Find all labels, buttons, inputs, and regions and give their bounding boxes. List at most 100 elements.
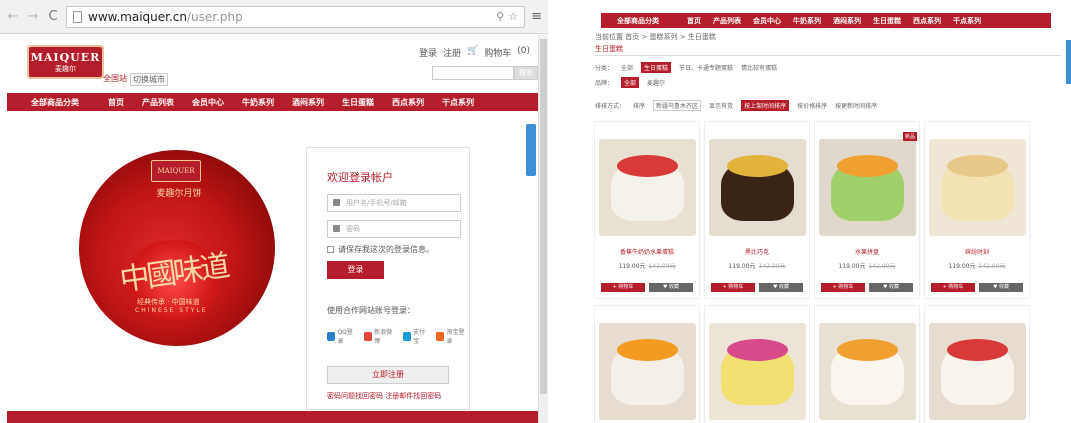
product-price: 119.00元 142.00元 (728, 263, 786, 270)
remember-checkbox[interactable] (327, 246, 334, 253)
nav-item-pastry[interactable]: 西点系列 (383, 97, 433, 108)
filter-label: 分类： (595, 65, 614, 72)
search-input[interactable] (432, 66, 514, 80)
favorite-button[interactable]: ♥ 收藏 (869, 283, 913, 292)
product-card[interactable] (704, 305, 810, 423)
hamburger-menu-icon[interactable]: ≡ (531, 9, 542, 24)
product-image[interactable] (819, 139, 916, 236)
nav-item-dry[interactable]: 干点系列 (433, 97, 483, 108)
add-to-cart-button[interactable]: + 购物车 (711, 283, 755, 292)
right-nav-item[interactable]: 牛奶系列 (787, 16, 827, 26)
address-bar[interactable]: www.maiquer.cn/user.php ⚲ ☆ (66, 5, 526, 28)
favorite-button[interactable]: ♥ 收藏 (649, 283, 693, 292)
product-image[interactable] (709, 139, 806, 236)
sort-label: 排排方式： (595, 102, 626, 110)
site-logo[interactable]: MAIQUER 麦趣尔 (27, 45, 104, 79)
user-icon (333, 199, 340, 206)
reload-icon[interactable]: C (46, 9, 60, 24)
taobao-login[interactable]: 淘宝登录 (435, 327, 469, 345)
favorite-button[interactable]: ♥ 收藏 (759, 283, 803, 292)
password-field[interactable]: 密码 (327, 220, 461, 238)
right-nav-item[interactable]: 首页 (681, 16, 707, 26)
product-image[interactable] (929, 323, 1026, 420)
filter-option[interactable]: 全部 (621, 63, 633, 72)
add-to-cart-button[interactable]: + 购物车 (821, 283, 865, 292)
nav-item-home[interactable]: 首页 (99, 97, 133, 108)
product-name[interactable]: 缤纷时刻 (925, 247, 1029, 256)
qq-login[interactable]: QQ登录 (327, 327, 358, 345)
product-image[interactable] (709, 323, 806, 420)
add-to-cart-button[interactable]: + 购物车 (931, 283, 975, 292)
product-image[interactable] (819, 323, 916, 420)
partner-login-label: 使用合作网站账号登录： (327, 306, 415, 315)
forward-arrow-icon[interactable]: → (26, 9, 40, 24)
right-nav-item[interactable]: 生日蛋糕 (867, 16, 907, 26)
switch-city-button[interactable]: 切换城市 (130, 73, 168, 86)
login-panel: 欢迎登录帐户 用户名/手机号/邮箱 密码 请保存我这次的登录信息。 登录 使用合… (306, 147, 470, 410)
register-link[interactable]: 注册 (443, 46, 461, 59)
scrollbar-thumb[interactable] (540, 39, 547, 394)
brand-option[interactable]: 麦趣尔 (647, 78, 665, 87)
banner-logo: MAIQUER (151, 160, 201, 182)
product-card[interactable] (924, 305, 1030, 423)
sort-by-price-button[interactable]: 按价格排序 (797, 101, 827, 110)
star-icon[interactable]: ☆ (508, 10, 518, 23)
nav-item-birthday[interactable]: 生日蛋糕 (333, 97, 383, 108)
product-card[interactable]: 香蕉牛奶奶水果蛋糕 119.00元 142.00元 + 购物车 ♥ 收藏 (594, 121, 700, 299)
product-card[interactable]: 新品 水果拼盘 119.00元 142.00元 + 购物车 ♥ 收藏 (814, 121, 920, 299)
right-all-categories[interactable]: 全部商品分类 (601, 16, 681, 26)
scrollbar[interactable] (538, 35, 548, 423)
online-service-tab[interactable] (526, 124, 536, 176)
nav-item-products[interactable]: 产品列表 (133, 97, 183, 108)
product-actions: + 购物车 ♥ 收藏 (821, 283, 913, 292)
sort-by-update-button[interactable]: 按更新时间排序 (835, 101, 877, 110)
all-categories[interactable]: 全部商品分类 (7, 97, 99, 108)
alipay-login[interactable]: 支付宝 (402, 327, 430, 345)
right-nav-item[interactable]: 会员中心 (747, 16, 787, 26)
product-name[interactable]: 香蕉牛奶奶水果蛋糕 (595, 247, 699, 256)
product-name[interactable]: 黑比巧克 (705, 247, 809, 256)
filter-option[interactable]: 节日、卡通专题蛋糕 (679, 63, 733, 72)
favorite-button[interactable]: ♥ 收藏 (979, 283, 1023, 292)
cart-icon[interactable]: 🛒 (467, 46, 478, 59)
right-nav-item[interactable]: 酒闷系列 (827, 16, 867, 26)
back-arrow-icon[interactable]: ← (6, 9, 20, 24)
nav-item-wine[interactable]: 酒闷系列 (283, 97, 333, 108)
product-card[interactable] (814, 305, 920, 423)
weibo-login[interactable]: 新浪微博 (363, 327, 397, 345)
login-button[interactable]: 登录 (327, 261, 384, 279)
nav-item-milk[interactable]: 牛奶系列 (233, 97, 283, 108)
forgot-password-links[interactable]: 密码问题找回密码 注册邮件找回密码 (327, 391, 441, 401)
right-nav-item[interactable]: 干点系列 (947, 16, 987, 26)
filter-option-selected[interactable]: 生日蛋糕 (641, 62, 672, 73)
zoom-icon[interactable]: ⚲ (496, 10, 504, 23)
username-field[interactable]: 用户名/手机号/邮箱 (327, 194, 461, 212)
filter-option[interactable]: 情比较有蛋糕 (741, 63, 777, 72)
sort-by-date-button[interactable]: 按上架时间排序 (741, 99, 790, 111)
product-name[interactable]: 水果拼盘 (815, 247, 919, 256)
right-nav-item[interactable]: 产品列表 (707, 16, 747, 26)
cart-link[interactable]: 购物车 (484, 46, 511, 59)
product-image[interactable] (929, 139, 1026, 236)
site-switch: 全国站 切换城市 (103, 73, 168, 86)
in-stock-filter[interactable]: 显示有货 (709, 101, 733, 110)
category-filter: 分类： 全部 生日蛋糕 节日、卡通专题蛋糕 情比较有蛋糕 (595, 62, 777, 73)
brand-label: 品牌： (595, 80, 614, 87)
add-to-cart-button[interactable]: + 购物车 (601, 283, 645, 292)
nav-item-member[interactable]: 会员中心 (183, 97, 233, 108)
search-button[interactable]: 搜索 (514, 66, 538, 80)
product-card[interactable]: 黑比巧克 119.00元 142.00元 + 购物车 ♥ 收藏 (704, 121, 810, 299)
product-card[interactable] (594, 305, 700, 423)
category-title: 生日蛋糕 (595, 45, 623, 53)
product-card[interactable]: 缤纷时刻 119.00元 142.00元 + 购物车 ♥ 收藏 (924, 121, 1030, 299)
login-link[interactable]: 登录 (419, 46, 437, 59)
register-button[interactable]: 立即注册 (327, 366, 449, 384)
region-select[interactable]: 新疆乌鲁木齐区 (653, 99, 702, 111)
remember-me[interactable]: 请保存我这次的登录信息。 (327, 244, 434, 255)
right-service-tab[interactable] (1066, 40, 1071, 84)
product-actions: + 购物车 ♥ 收藏 (711, 283, 803, 292)
right-nav-item[interactable]: 西点系列 (907, 16, 947, 26)
product-image[interactable] (599, 323, 696, 420)
brand-option-selected[interactable]: 全部 (621, 77, 640, 88)
product-image[interactable] (599, 139, 696, 236)
